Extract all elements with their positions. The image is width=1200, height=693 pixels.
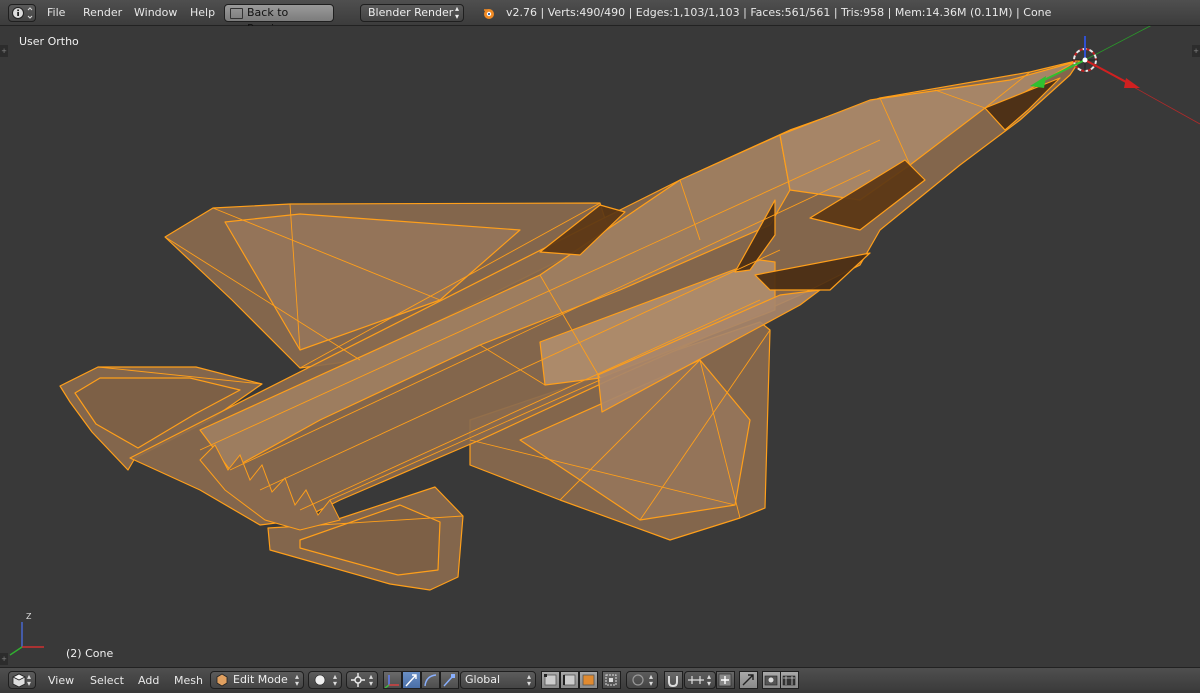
edge-select-icon: [563, 674, 576, 686]
info-icon: [12, 7, 33, 19]
menu-add[interactable]: Add: [138, 673, 159, 689]
translate-icon: [405, 674, 417, 687]
pivot-icon: [351, 673, 365, 687]
snap-options[interactable]: [716, 671, 735, 689]
select-arrows-icon: ▴ ▾: [706, 672, 711, 688]
snap-toggle[interactable]: [664, 671, 683, 689]
select-arrows-icon: ▴ ▾: [294, 672, 299, 688]
select-arrows-icon: ▴ ▾: [368, 672, 373, 688]
proportional-edit-icon: [632, 674, 644, 686]
render-animation-button[interactable]: [780, 671, 799, 689]
select-arrows-icon: ▴ ▾: [26, 672, 31, 688]
pivot-select[interactable]: ▴ ▾: [346, 671, 378, 689]
menu-select[interactable]: Select: [90, 673, 124, 689]
manipulator-icon: [384, 675, 399, 689]
orientation-select[interactable]: Global ▴ ▾: [460, 671, 536, 689]
3d-view-header: ▴ ▾ View Select Add Mesh Edit Mode ▴ ▾ ▴ ▾ …: [0, 667, 1200, 692]
mode-select[interactable]: Edit Mode ▴ ▾: [210, 671, 304, 689]
face-select-icon: [582, 674, 595, 686]
render-icon: [764, 675, 778, 686]
manipulator-toggle[interactable]: [383, 671, 402, 689]
scale-icon: [443, 674, 455, 687]
snap-target-toggle[interactable]: [739, 671, 758, 689]
camera-icon: [782, 675, 796, 686]
y-axis-line: [1084, 26, 1152, 61]
rotate-manipulator[interactable]: [421, 671, 440, 689]
face-select-mode[interactable]: [579, 671, 598, 689]
proportional-edit-select[interactable]: ▴ ▾: [626, 671, 658, 689]
back-icon: [230, 8, 243, 19]
axis-z-label: Z: [26, 612, 32, 621]
limit-selection-visible[interactable]: [602, 671, 621, 689]
menu-help[interactable]: Help: [190, 5, 215, 21]
jet-mesh[interactable]: [0, 26, 1200, 667]
render-engine-label: Blender Render: [368, 6, 454, 19]
translate-manipulator[interactable]: [402, 671, 421, 689]
menu-file[interactable]: File: [47, 5, 65, 21]
mode-label: Edit Mode: [233, 673, 288, 686]
scene-stats: v2.76 | Verts:490/490 | Edges:1,103/1,10…: [506, 6, 1052, 19]
select-arrows-icon: ▴ ▾: [526, 672, 531, 688]
menu-view[interactable]: View: [48, 673, 74, 689]
snap-target-icon: [688, 676, 704, 684]
vertex-select-icon: [544, 674, 557, 686]
back-to-previous-button[interactable]: Back to Previous: [224, 4, 334, 35]
edit-mode-icon: [216, 673, 228, 687]
active-object-label: (2) Cone: [66, 647, 114, 660]
snap-element-select[interactable]: ▴ ▾: [684, 671, 716, 689]
lower-left-toggle[interactable]: +: [0, 653, 8, 665]
properties-toggle[interactable]: +: [1192, 45, 1200, 57]
vertex-select-mode[interactable]: [541, 671, 560, 689]
select-arrows-icon: ▴ ▾: [454, 4, 459, 21]
3d-viewport[interactable]: User Ortho Z (2) Cone + + +: [0, 26, 1200, 667]
snap-icon: [668, 676, 678, 688]
viewport-shading-icon: [314, 674, 326, 686]
viewport-shading-select[interactable]: ▴ ▾: [308, 671, 342, 689]
toolshelf-toggle[interactable]: +: [0, 45, 8, 57]
select-arrows-icon: ▴ ▾: [332, 672, 337, 688]
menu-render[interactable]: Render: [83, 5, 122, 21]
editor-type-select[interactable]: ▴ ▾: [8, 671, 36, 689]
orientation-label: Global: [465, 673, 501, 686]
axis-gizmo: [9, 622, 44, 656]
editor-type-button[interactable]: [8, 4, 36, 22]
info-header: File Render Window Help Back to Previous…: [0, 0, 1200, 35]
render-engine-select[interactable]: Blender Render ▴ ▾: [360, 4, 464, 22]
snap-target-toggle-icon: [742, 674, 754, 686]
menu-window[interactable]: Window: [134, 5, 177, 21]
edge-select-mode[interactable]: [560, 671, 579, 689]
limit-visible-icon: [605, 674, 617, 686]
blender-logo-icon: [484, 9, 494, 19]
render-button[interactable]: [762, 671, 781, 689]
select-arrows-icon: ▴ ▾: [648, 672, 653, 688]
scale-manipulator[interactable]: [440, 671, 459, 689]
snap-options-icon: [718, 673, 732, 687]
rotate-icon: [424, 674, 437, 687]
menu-mesh[interactable]: Mesh: [174, 673, 203, 689]
